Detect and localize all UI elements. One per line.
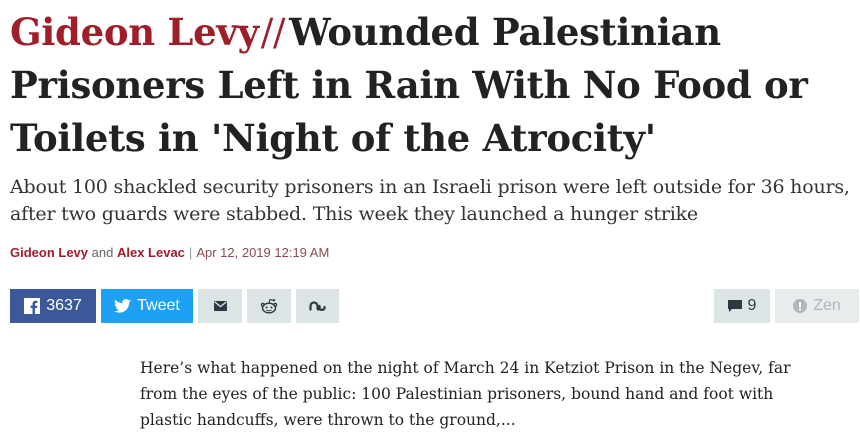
publish-date: Apr 12, 2019 12:19 AM — [196, 245, 330, 260]
comment-icon — [727, 299, 742, 313]
subheadline: About 100 shackled security prisoners in… — [10, 176, 850, 225]
byline: Gideon Levy and Alex Levac | Apr 12, 2019 … — [10, 245, 855, 260]
zen-icon — [793, 299, 808, 313]
headline-kicker[interactable]: Gideon Levy — [10, 10, 259, 54]
zen-label: Zen — [813, 297, 841, 314]
facebook-share-count: 3637 — [46, 297, 82, 314]
email-share-button[interactable] — [198, 289, 242, 323]
share-bar: 3637 Tweet 9 Zen — [10, 289, 859, 323]
author-link-gideon-levy[interactable]: Gideon Levy — [10, 245, 88, 260]
tweet-button[interactable]: Tweet — [101, 289, 193, 323]
twitter-icon — [114, 299, 132, 313]
reddit-icon — [260, 298, 278, 314]
facebook-icon — [24, 298, 41, 314]
tweet-label: Tweet — [137, 297, 180, 314]
article-lead: Here’s what happened on the night of Mar… — [140, 358, 791, 429]
byline-separator: | — [188, 245, 193, 260]
stumbleupon-icon — [309, 300, 326, 312]
byline-and: and — [91, 245, 114, 260]
headline: Gideon Levy//Wounded Palestinian Prisone… — [10, 6, 855, 165]
zen-button[interactable]: Zen — [775, 289, 859, 323]
facebook-share-button[interactable]: 3637 — [10, 289, 96, 323]
email-icon — [213, 301, 227, 311]
comments-button[interactable]: 9 — [714, 289, 770, 323]
stumbleupon-share-button[interactable] — [296, 289, 339, 323]
comments-count: 9 — [747, 297, 757, 314]
article-header: Gideon Levy//Wounded Palestinian Prisone… — [10, 0, 855, 260]
author-link-alex-levac[interactable]: Alex Levac — [117, 245, 185, 260]
headline-separator: // — [260, 11, 286, 54]
reddit-share-button[interactable] — [247, 289, 291, 323]
